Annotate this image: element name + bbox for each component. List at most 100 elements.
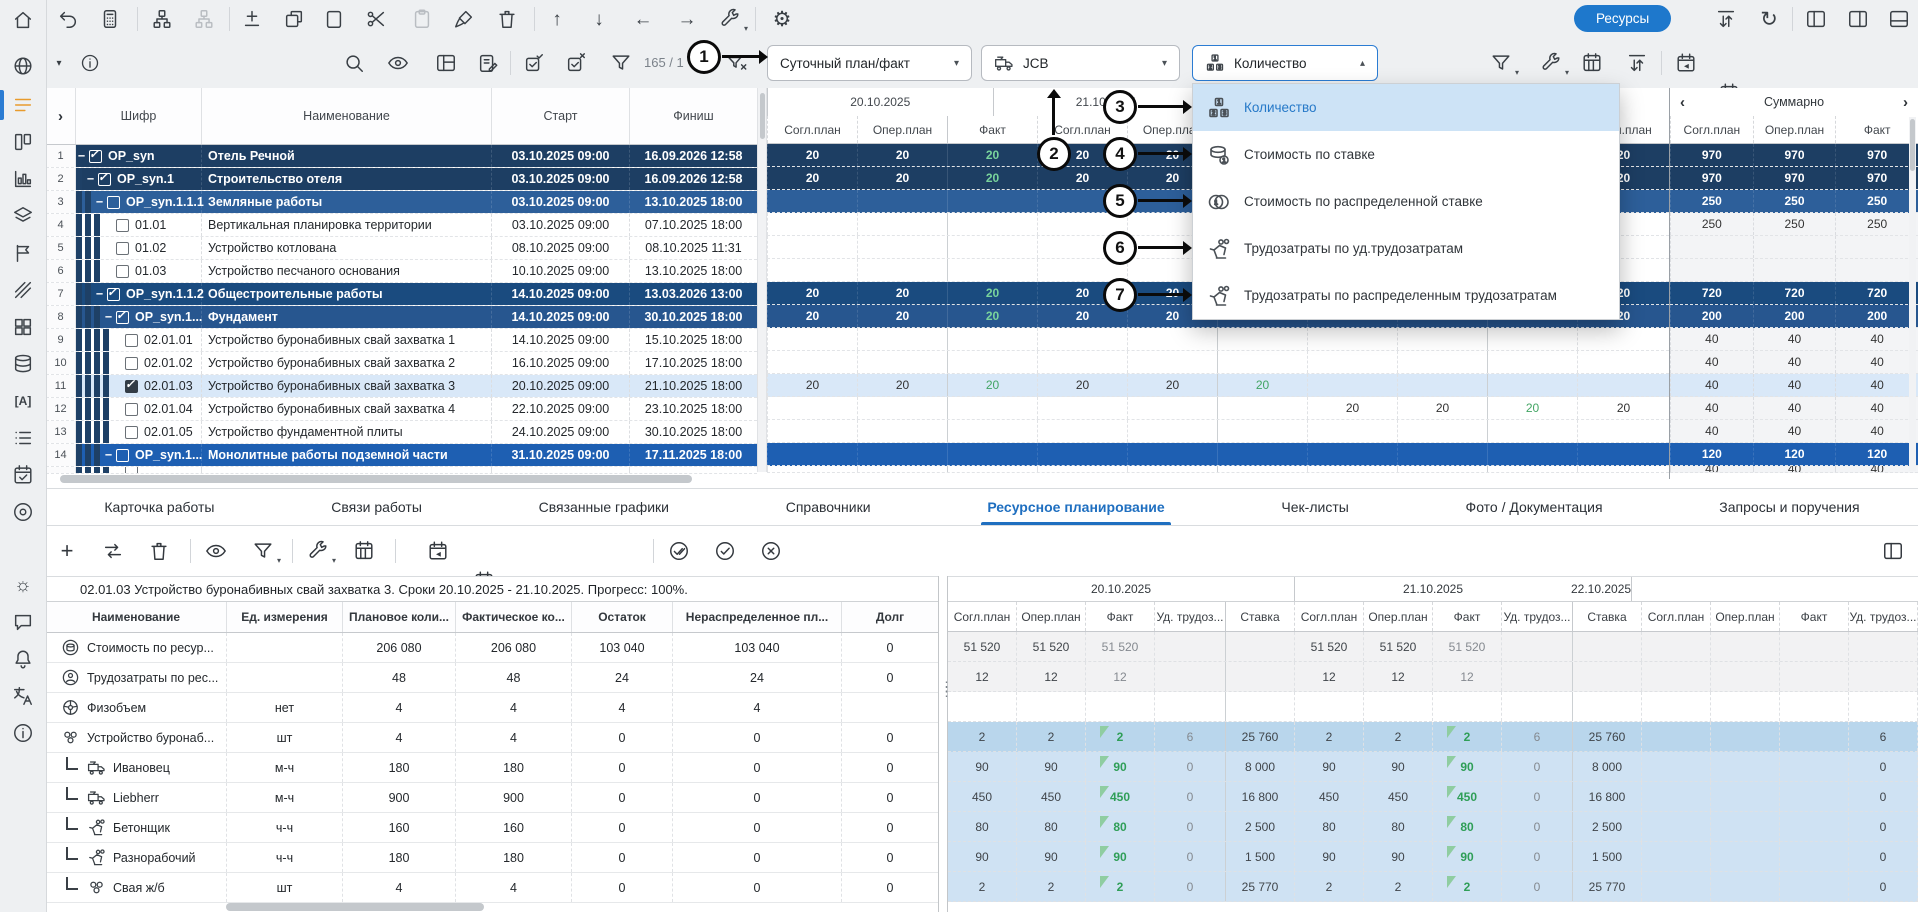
scrollbar-thumb[interactable] [760, 93, 765, 139]
table-row[interactable]: 9 02.01.01 Устройство буронабивных свай … [46, 329, 757, 352]
column-header-start[interactable]: Старт [492, 88, 630, 144]
chevron-down-icon[interactable]: ▾ [48, 48, 70, 78]
tab[interactable]: Фото / Документация [1460, 489, 1609, 525]
column-header-name[interactable]: Наименование [202, 88, 492, 144]
column-header-finish[interactable]: Финиш [630, 88, 757, 144]
sidebar-item-calendar-check-icon[interactable] [7, 459, 39, 491]
menu-item[interactable]: Стоимость по распределенной ставке [1193, 178, 1619, 225]
menu-item[interactable]: Стоимость по ставке [1193, 131, 1619, 178]
table-row[interactable]: 7 −OP_syn.1.1.2 Общестроительные работы … [46, 283, 757, 306]
plan-mode-dropdown[interactable]: Суточный план/факт ▾ [767, 45, 972, 81]
column-header-code[interactable]: Шифр [76, 88, 202, 144]
sidebar-item-schedule-lines-icon[interactable] [7, 89, 39, 121]
add-row-icon[interactable] [235, 4, 269, 34]
panel-splitter[interactable]: ⋮⋮ [938, 576, 948, 912]
summary-next-icon[interactable]: › [1903, 94, 1908, 111]
summary-scrollbar[interactable] [1909, 117, 1916, 471]
filter-funnel-icon[interactable] [246, 536, 280, 566]
settings-gear-icon[interactable]: ⚙ [765, 4, 799, 34]
horizontal-scrollbar[interactable] [52, 475, 748, 484]
panels-layout-icon[interactable] [429, 48, 463, 78]
visibility-eye-icon[interactable] [381, 48, 415, 78]
table-row[interactable]: 14 −OP_syn.1... Монолитные работы подзем… [46, 444, 757, 467]
row-expander[interactable]: − [103, 448, 114, 462]
comments-icon[interactable] [7, 606, 39, 638]
sidebar-item-flag-icon[interactable] [7, 237, 39, 269]
row-checkbox[interactable] [116, 449, 129, 462]
tools-wrench-icon[interactable] [301, 536, 335, 566]
resource-row[interactable]: Свая ж/б шт 4 4 0 0 0 [46, 873, 938, 903]
search-icon[interactable] [337, 48, 371, 78]
column-header[interactable]: Плановое коли... [343, 602, 456, 632]
row-checkbox[interactable] [116, 311, 129, 324]
tab[interactable]: Справочники [780, 489, 877, 525]
resource-row[interactable]: Стоимость по ресур... 206 080 206 080 10… [46, 633, 938, 663]
calendar-grid-icon[interactable] [1575, 48, 1609, 78]
table-row[interactable]: 10 02.01.02 Устройство буронабивных свай… [46, 352, 757, 375]
add-node-icon[interactable] [145, 4, 179, 34]
metric-dropdown[interactable]: Количество ▴ [1192, 45, 1378, 81]
row-checkbox[interactable] [116, 219, 129, 232]
scrollbar-thumb[interactable] [60, 475, 692, 483]
layout-panel-icon[interactable] [1876, 536, 1910, 566]
resource-row[interactable]: Ивановец м-ч 180 180 0 0 0 [46, 753, 938, 783]
row-checkbox[interactable] [116, 265, 129, 278]
move-up-icon[interactable]: ↑ [540, 4, 574, 34]
column-header[interactable]: Наименование [46, 602, 227, 632]
row-expander[interactable]: − [103, 310, 114, 324]
row-checkbox[interactable] [89, 150, 102, 163]
bottom-scrollbar-thumb[interactable] [226, 903, 484, 911]
table-row[interactable] [46, 467, 757, 474]
row-expander[interactable]: − [94, 195, 105, 209]
clear-filter-icon[interactable] [720, 48, 754, 78]
timeline-row[interactable] [767, 328, 1669, 351]
sidebar-item-attribute-icon[interactable]: [A] [7, 385, 39, 417]
expand-panel-icon[interactable]: › [58, 108, 63, 125]
row-checkbox[interactable] [107, 196, 120, 209]
table-row[interactable]: 11 02.01.03 Устройство буронабивных свай… [46, 375, 757, 398]
column-header[interactable]: Долг [842, 602, 938, 632]
table-row[interactable]: 5 01.02 Устройство котлована 08.10.2025 … [46, 237, 757, 260]
sidebar-item-kanban-icon[interactable] [7, 126, 39, 158]
visibility-eye-icon[interactable] [199, 536, 233, 566]
calendar-prev-icon[interactable] [1669, 48, 1703, 78]
info-box-icon[interactable] [73, 48, 107, 78]
tab[interactable]: Связи работы [325, 489, 428, 525]
filter-funnel-icon[interactable] [604, 48, 638, 78]
refresh-icon[interactable]: ↻ [1752, 4, 1786, 34]
menu-item[interactable]: Трудозатраты по распределенным трудозатр… [1193, 272, 1619, 319]
outdent-left-icon[interactable]: ← [626, 4, 660, 34]
resource-row[interactable]: Разнорабочий ч-ч 180 180 0 0 0 [46, 843, 938, 873]
menu-item[interactable]: Трудозатраты по уд.трудозатратам [1193, 225, 1619, 272]
sidebar-item-layers-icon[interactable] [7, 200, 39, 232]
info-icon[interactable] [7, 717, 39, 749]
row-checkbox[interactable] [125, 467, 138, 474]
table-row[interactable]: 12 02.01.04 Устройство буронабивных свай… [46, 398, 757, 421]
table-row[interactable]: 4 01.01 Вертикальная планировка территор… [46, 214, 757, 237]
menu-item[interactable]: Количество [1193, 84, 1619, 131]
cut-scissors-icon[interactable] [359, 4, 393, 34]
notifications-bell-icon[interactable] [7, 643, 39, 675]
scrollbar-thumb[interactable] [1910, 119, 1915, 171]
check-all-icon[interactable] [517, 48, 551, 78]
timeline-row[interactable] [767, 351, 1669, 374]
home-icon[interactable] [7, 4, 39, 36]
indent-right-icon[interactable]: → [670, 4, 704, 34]
timeline-row[interactable]: 202020202020 [767, 374, 1669, 397]
tab[interactable]: Запросы и поручения [1713, 489, 1865, 525]
import-export-icon[interactable] [1620, 48, 1654, 78]
timeline-row[interactable] [767, 466, 1669, 473]
row-checkbox[interactable] [98, 173, 111, 186]
column-header[interactable]: Ед. измерения [227, 602, 343, 632]
resources-button[interactable]: Ресурсы [1574, 5, 1671, 32]
theme-brightness-icon[interactable]: ☼ [7, 569, 39, 601]
layout-panel-left-icon[interactable] [1799, 4, 1833, 34]
calendar-grid-icon[interactable] [347, 536, 381, 566]
sidebar-item-eye-icon[interactable] [7, 496, 39, 528]
globe-icon[interactable] [7, 50, 39, 82]
row-checkbox[interactable] [125, 380, 138, 393]
row-checkbox[interactable] [116, 242, 129, 255]
timeline-row[interactable]: 20202020 [767, 397, 1669, 420]
sidebar-item-grid-icon[interactable] [7, 311, 39, 343]
sidebar-item-chart-icon[interactable] [7, 163, 39, 195]
